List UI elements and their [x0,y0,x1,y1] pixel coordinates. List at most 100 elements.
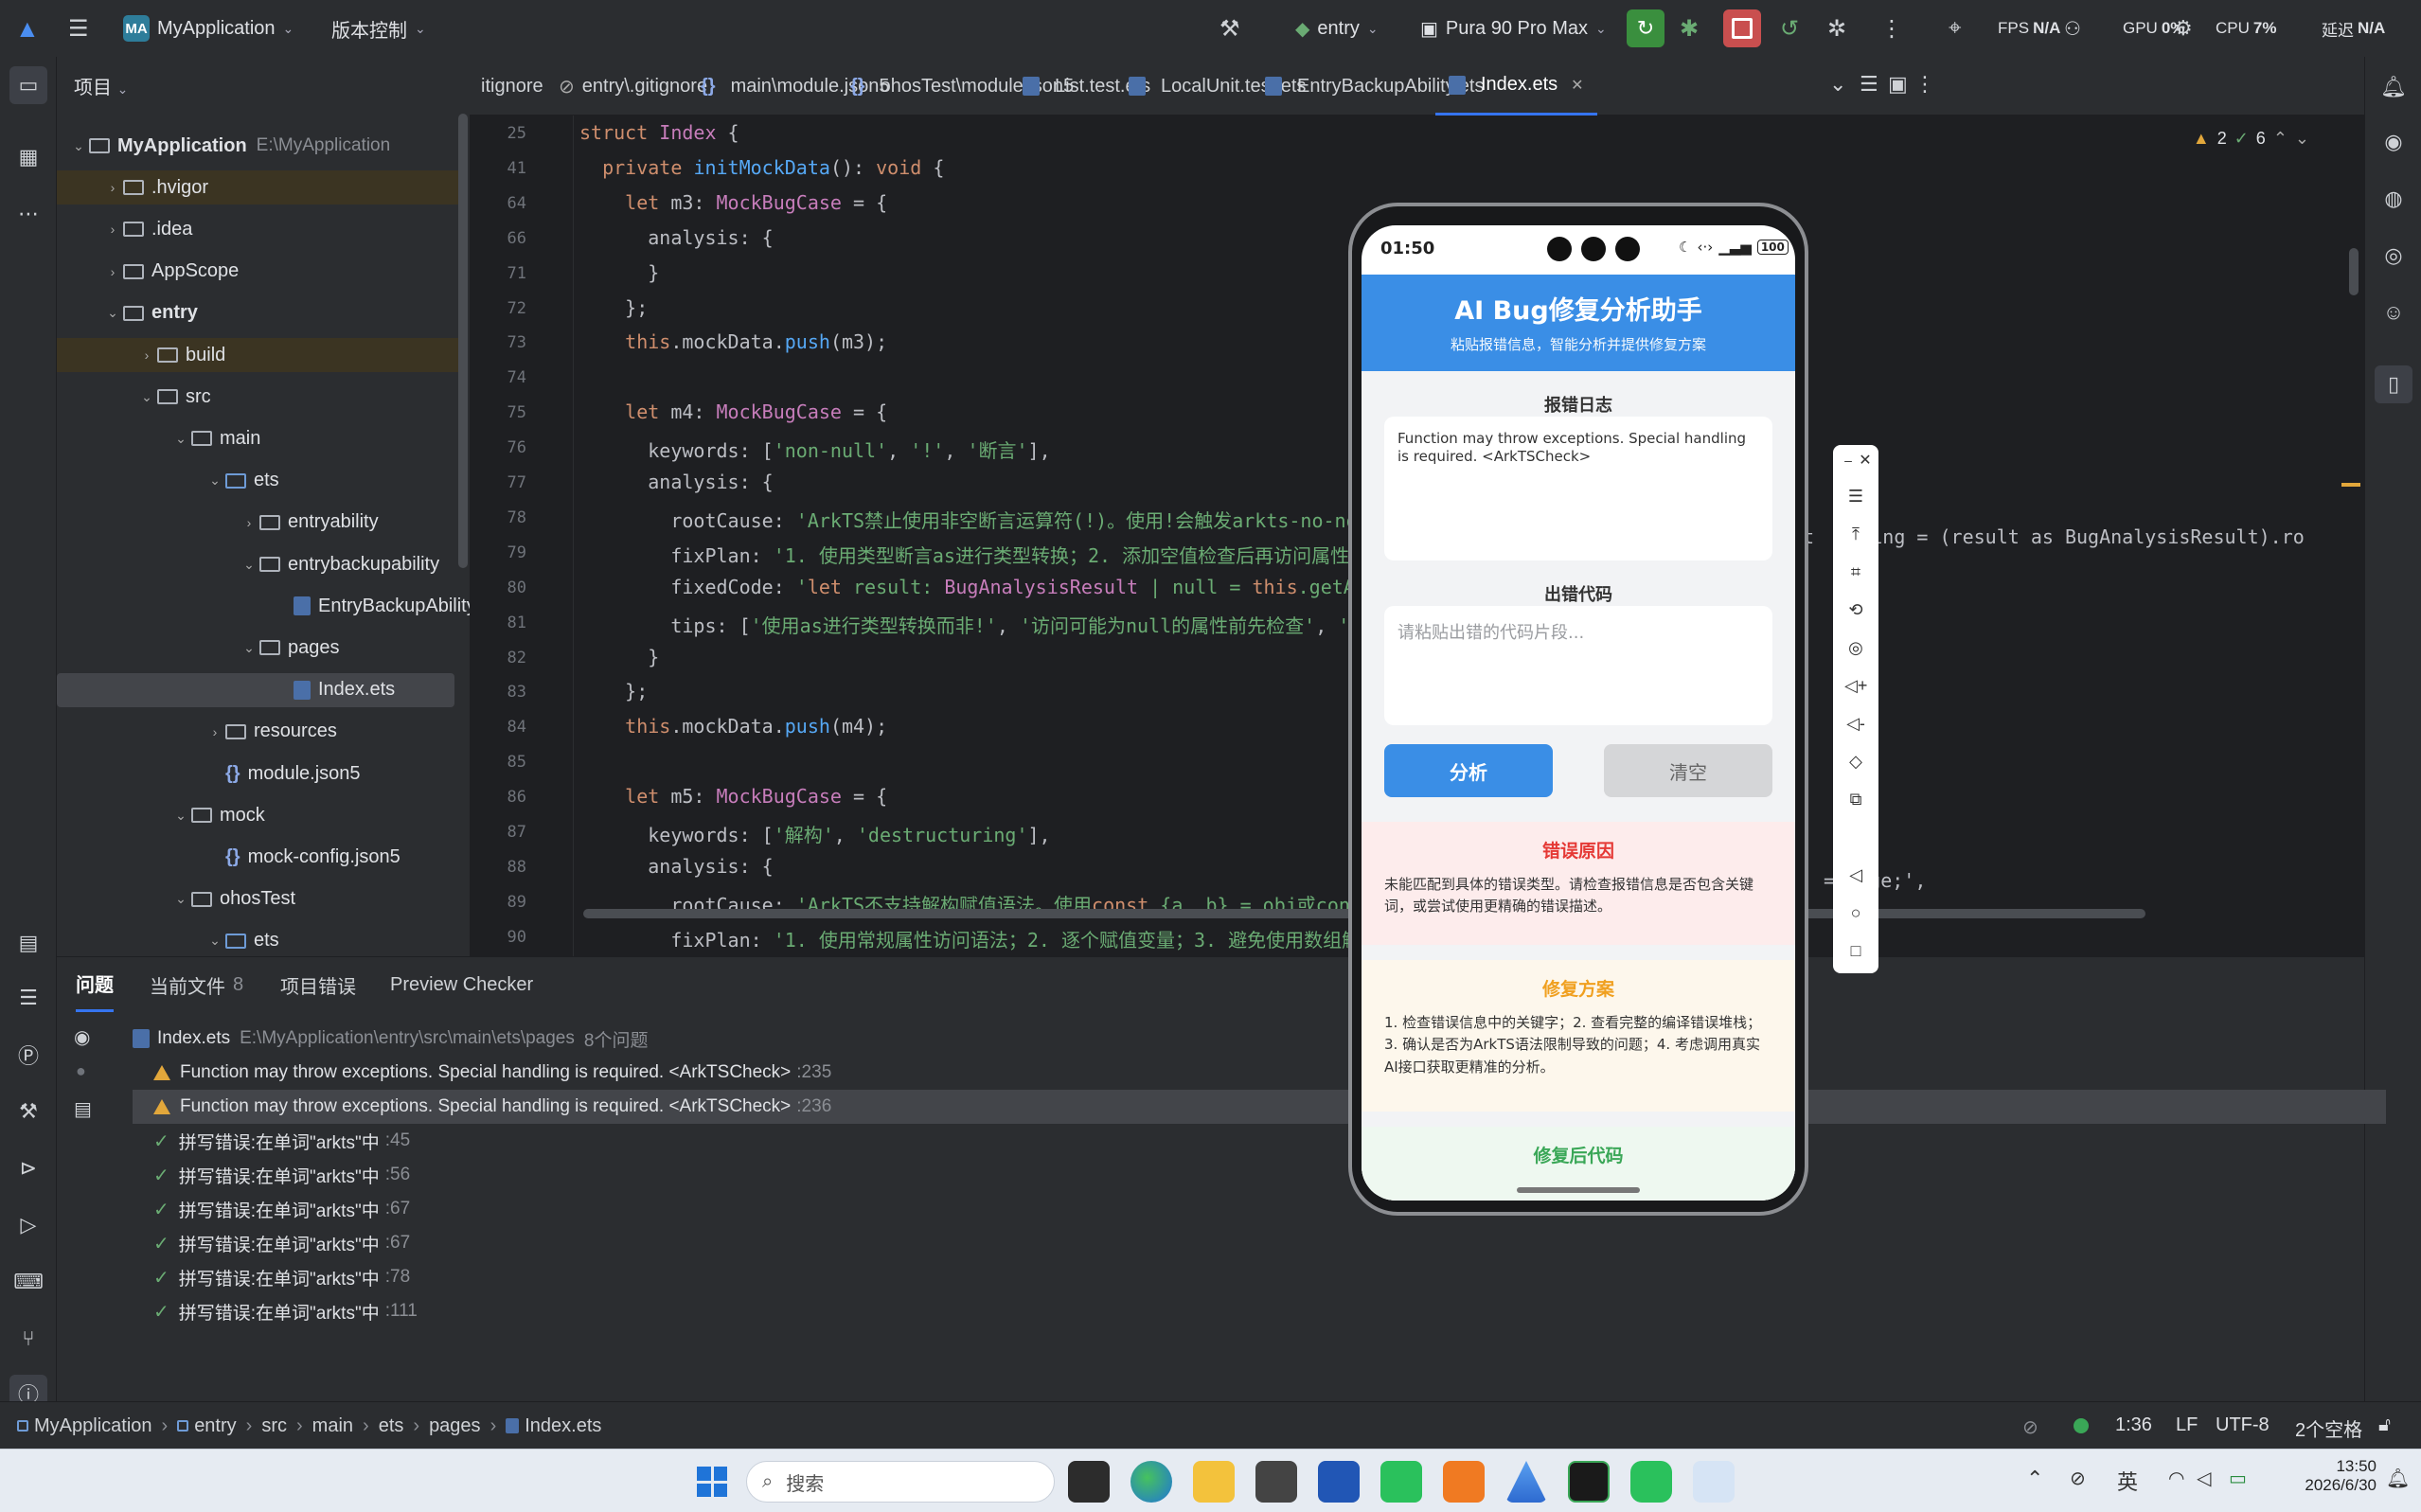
screenshot-icon[interactable]: ◎ [1844,638,1867,661]
list-icon[interactable]: ☰ [9,979,47,1017]
tree-item[interactable]: ⌄ src [136,380,211,414]
chevron-right-icon[interactable]: › [102,180,123,195]
copy-icon[interactable]: ⧉ [1844,790,1867,812]
line-separator[interactable]: LF [2176,1414,2198,1436]
breadcrumb-item[interactable]: entry [177,1415,237,1437]
phone-preview-icon[interactable]: ▯ [2375,365,2412,403]
tree-item[interactable]: › entryability [239,506,379,540]
problem-file-row[interactable]: Index.ets E:\MyApplication\entry\src\mai… [133,1022,2386,1056]
log-textarea[interactable]: Function may throw exceptions. Special h… [1384,417,1772,560]
structure-icon[interactable]: ▦ [9,138,47,176]
file-encoding[interactable]: UTF-8 [2216,1414,2270,1436]
tree-item[interactable]: ⌄ mock [170,798,265,832]
breadcrumb-item[interactable]: pages [429,1415,481,1437]
eye-icon[interactable]: ◉ [74,1025,90,1049]
more-actions-button[interactable]: ⋮ [1880,0,1903,57]
globe-icon[interactable]: ◍ [2375,180,2412,218]
chevron-down-icon[interactable]: ⌄ [170,431,191,447]
bulb-icon[interactable]: ● [76,1061,86,1081]
gear-icon[interactable]: ⚙ [2174,0,2193,57]
profiler-p-icon[interactable]: Ⓟ [9,1036,47,1074]
tree-scrollbar[interactable] [458,114,468,568]
module-selector[interactable]: ◆ entry ⌄ [1295,0,1379,57]
tree-item[interactable]: › .hvigor [57,170,466,205]
back-icon[interactable]: ◁ [1844,865,1867,888]
tree-item[interactable]: ⌄ MyApplication E:\MyApplication [68,129,390,163]
task-view-icon[interactable] [1068,1461,1110,1503]
rerun-button[interactable]: ↻ [1627,0,1664,57]
more-horizontal-icon[interactable]: ⋯ [9,195,47,233]
editor-tab[interactable]: itignore [481,57,543,116]
debug-button[interactable]: ✱ [1680,0,1699,57]
git-branch-icon[interactable]: ⑂ [9,1320,47,1358]
clock[interactable]: 13:50 2026/6/30 [2301,1457,2376,1495]
editor-tab[interactable]: ⊘ entry\.gitignore [559,57,707,116]
chevron-right-icon[interactable]: › [239,515,259,530]
tree-item[interactable]: {} mock-config.json5 [205,840,401,874]
app-blue-icon[interactable] [1318,1461,1360,1503]
close-icon[interactable]: ✕ [1854,451,1877,473]
tree-item[interactable]: ⌄ ohosTest [170,882,295,916]
chevron-down-icon[interactable]: ⌄ [1829,72,1846,97]
tree-item[interactable]: ⌄ ets [205,464,279,498]
editor-tab[interactable]: Index.ets ✕ [1435,57,1597,116]
breadcrumb-item[interactable]: main [312,1415,353,1437]
more-vertical-icon[interactable]: ⋮ [1914,72,1935,97]
build-hammer-icon[interactable]: ⚒ [1219,0,1240,57]
app-cube-icon[interactable] [1255,1461,1297,1503]
notification-bell-icon[interactable]: 🔔︎ [2386,1467,2410,1490]
notifications-icon[interactable]: 🔔︎ [2375,68,2412,106]
chevron-down-icon[interactable]: ⌄ [205,472,225,489]
chevron-down-icon[interactable]: ⌄ [170,891,191,907]
chevron-down-icon[interactable]: ⌄ [2295,129,2309,149]
breadcrumb-item[interactable]: src [261,1415,287,1437]
analyze-button[interactable]: 分析 [1384,744,1553,797]
indent-setting[interactable]: 2个空格 [2295,1414,2362,1442]
problems-tab[interactable]: 问题 [76,957,114,1012]
code-textarea[interactable]: 请粘贴出错的代码片段... [1384,606,1772,725]
chevron-right-icon[interactable]: › [205,724,225,739]
todo-icon[interactable]: ▤ [9,924,47,962]
services-icon[interactable]: ⊳ [9,1149,47,1187]
recents-icon[interactable]: □ [1844,941,1867,964]
project-switcher[interactable]: MA MyApplication ⌄ [123,0,294,57]
chevron-down-icon[interactable]: ⌄ [239,557,259,573]
wifi-icon[interactable]: ◠ [2168,1467,2184,1490]
ime-indicator[interactable]: 英 [2117,1466,2138,1496]
pin-top-icon[interactable]: ⤒ [1844,525,1867,547]
project-pane-header[interactable]: 项目 ⌄ [74,72,128,99]
crop-icon[interactable]: ⌗ [1844,562,1867,585]
run-icon[interactable]: ▷ [9,1206,47,1244]
tree-item[interactable]: Index.ets [57,672,454,707]
volume-down-icon[interactable]: ◁- [1844,714,1867,737]
problems-tab[interactable]: 当前文件 8 [150,957,243,1012]
battery-icon[interactable]: ▭ [2229,1467,2247,1490]
tree-item[interactable]: ⌄ main [170,421,260,455]
rotate-icon[interactable]: ⟲ [1844,600,1867,623]
tree-item[interactable]: ⌄ pages [239,631,339,665]
device-selector[interactable]: ▣ Pura 90 Pro Max ⌄ [1420,0,1607,57]
details-icon[interactable]: ▤ [74,1097,92,1121]
build-icon[interactable]: ⚒ [9,1093,47,1130]
tree-item[interactable]: › resources [205,715,337,749]
shake-icon[interactable]: ◇ [1844,752,1867,774]
terminal-icon[interactable]: ⌨ [9,1263,47,1301]
chevron-down-icon[interactable]: ⌄ [68,138,89,154]
tree-item[interactable]: ⌄ ets [205,924,279,958]
home-icon[interactable]: ○ [1844,903,1867,926]
main-menu-button[interactable]: ☰ [68,0,89,57]
home-indicator[interactable] [1517,1187,1640,1193]
chevron-down-icon[interactable]: ⌄ [239,640,259,656]
deveco-icon[interactable] [1505,1461,1547,1503]
problems-tab[interactable]: 项目错误 [280,957,356,1012]
project-folder-icon[interactable]: ▭ [9,66,47,104]
settings-target-icon[interactable]: ⌖ [1949,0,1962,57]
chevron-right-icon[interactable]: › [136,347,157,363]
eye-icon[interactable]: ◉ [2375,123,2412,161]
tree-item[interactable]: › .idea [102,212,193,246]
chevron-down-icon[interactable]: ⌄ [102,305,123,321]
warning-marker[interactable] [2341,483,2360,487]
app-orange-icon[interactable] [1443,1461,1485,1503]
tree-item[interactable]: ⌄ entrybackupability [239,547,439,581]
volume-up-icon[interactable]: ◁+ [1844,676,1867,699]
